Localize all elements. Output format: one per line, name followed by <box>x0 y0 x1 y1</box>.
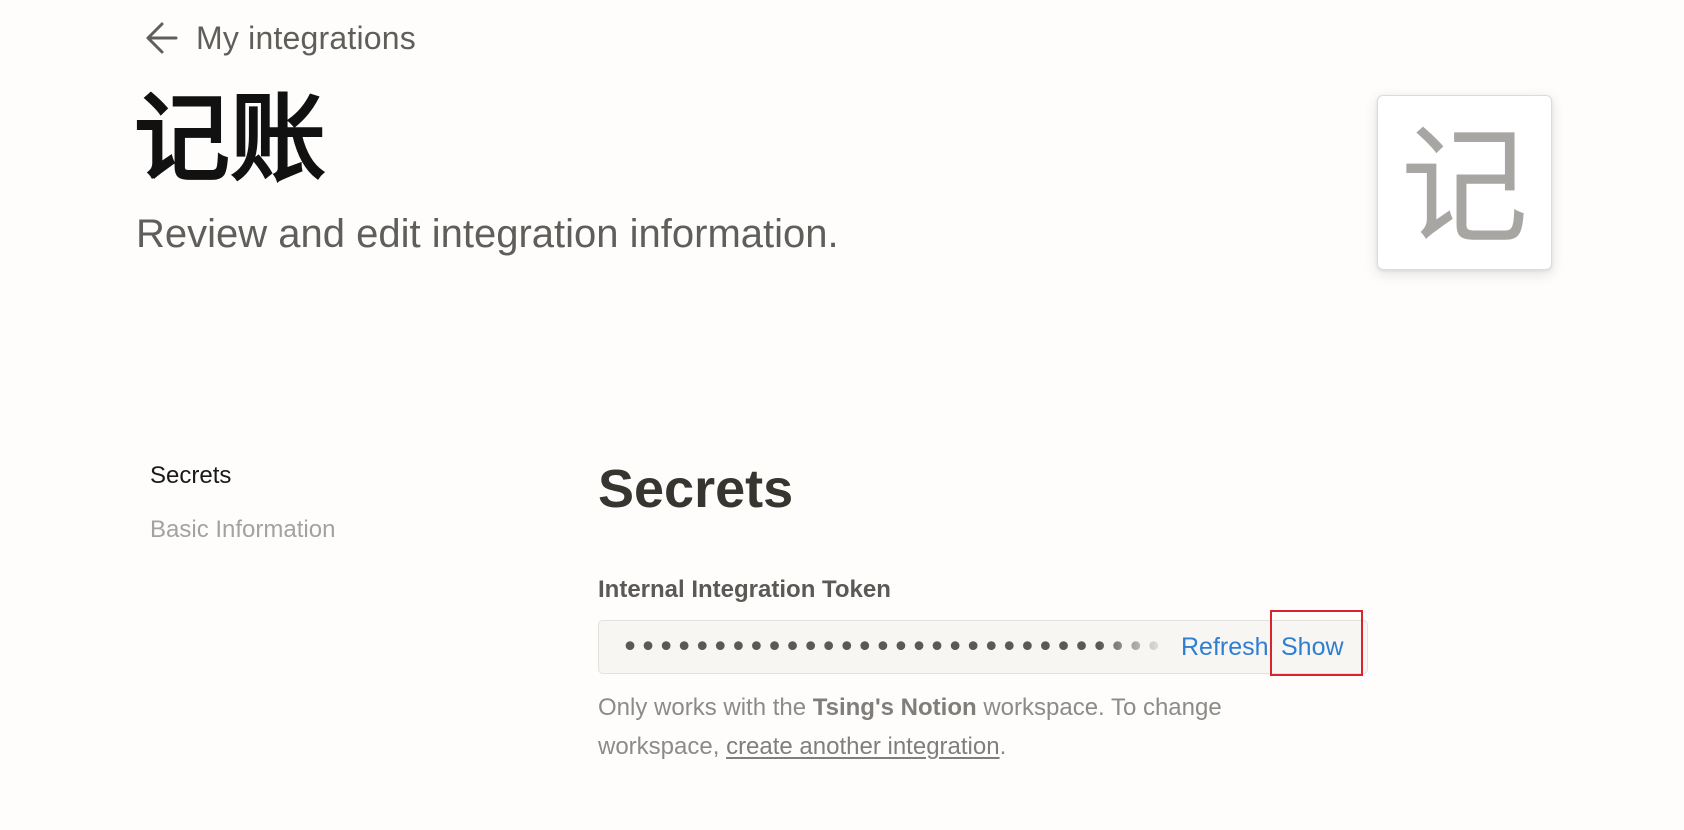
sidebar-item-basic-information[interactable]: Basic Information <box>150 516 335 544</box>
help-prefix: Only works with the <box>598 694 813 721</box>
integration-name: 记账 <box>134 83 326 195</box>
back-to-integrations-link[interactable]: My integrations <box>144 14 416 62</box>
token-field-label: Internal Integration Token <box>598 576 891 603</box>
workspace-name: Tsing's Notion <box>812 694 977 721</box>
token-field: Refresh Show <box>598 620 1368 674</box>
section-title-secrets: Secrets <box>598 459 794 519</box>
back-link-label: My integrations <box>196 19 416 56</box>
help-suffix: . <box>999 733 1007 760</box>
sidebar-item-secrets[interactable]: Secrets <box>150 462 335 490</box>
workspace-help-text: Only works with the Tsing's Notion works… <box>598 688 1318 766</box>
page-subtitle: Review and edit integration information. <box>136 212 839 256</box>
section-nav: Secrets Basic Information <box>150 462 335 570</box>
token-input[interactable] <box>621 627 1161 667</box>
arrow-left-icon <box>144 20 180 56</box>
create-integration-link[interactable]: create another integration <box>726 733 1000 760</box>
refresh-token-button[interactable]: Refresh <box>1181 621 1269 673</box>
integration-icon-glyph: 记 <box>1400 112 1529 262</box>
show-token-button[interactable]: Show <box>1281 621 1344 673</box>
integration-icon-card[interactable]: 记 <box>1377 95 1552 270</box>
